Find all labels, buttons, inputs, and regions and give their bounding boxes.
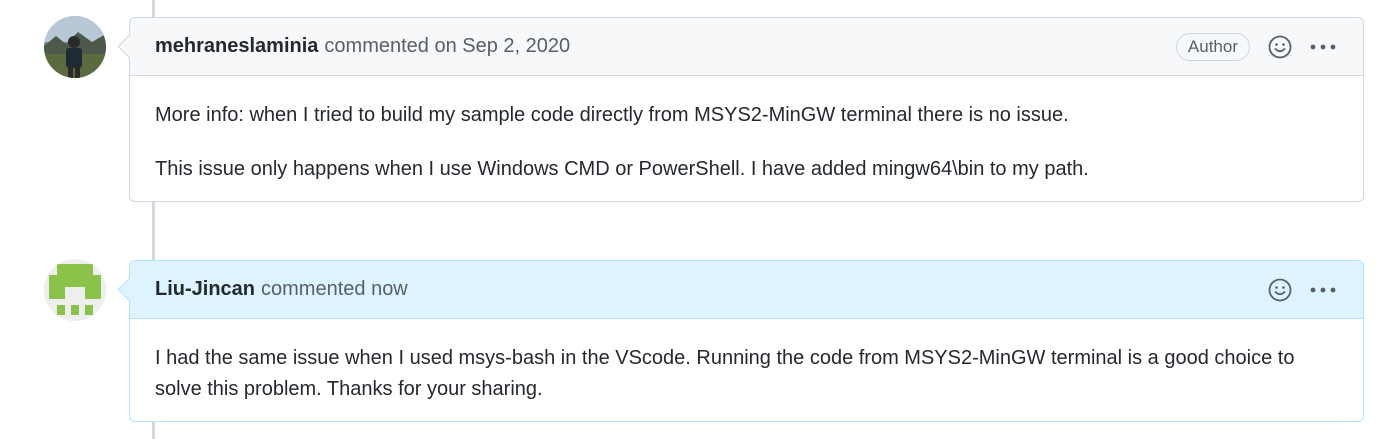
- comment-arrow: [117, 277, 142, 302]
- user-photo-icon: [44, 16, 106, 78]
- comment-paragraph: More info: when I tried to build my samp…: [155, 104, 1069, 126]
- comment-timestamp[interactable]: commented on Sep 2, 2020: [324, 35, 570, 58]
- comment-body: I had the same issue when I used msys-ba…: [130, 319, 1363, 421]
- smiley-icon[interactable]: [1268, 278, 1292, 302]
- comment: mehraneslaminia commented on Sep 2, 2020…: [117, 17, 1364, 202]
- comment-author-link[interactable]: Liu-Jincan: [155, 278, 255, 301]
- comment-arrow: [117, 34, 142, 59]
- kebab-menu-icon[interactable]: [1309, 43, 1337, 51]
- comment-actions: [1268, 261, 1337, 319]
- avatar[interactable]: [44, 259, 106, 321]
- identicon-icon: [44, 259, 106, 321]
- comment-timestamp[interactable]: commented now: [261, 278, 408, 301]
- kebab-menu-icon[interactable]: [1309, 286, 1337, 294]
- comment-author-link[interactable]: mehraneslaminia: [155, 35, 318, 58]
- author-badge: Author: [1175, 33, 1250, 61]
- comment-header: Liu-Jincan commented now: [117, 261, 1363, 319]
- comment-body: More info: when I tried to build my samp…: [130, 76, 1363, 201]
- comment-header: mehraneslaminia commented on Sep 2, 2020…: [117, 18, 1363, 76]
- comment-paragraph: I had the same issue when I used msys-ba…: [155, 347, 1295, 400]
- comment-actions: Author: [1175, 18, 1337, 76]
- smiley-icon[interactable]: [1268, 35, 1292, 59]
- comment: Liu-Jincan commented now I had the same …: [117, 260, 1364, 422]
- comment-paragraph: This issue only happens when I use Windo…: [155, 158, 1089, 180]
- avatar[interactable]: [44, 16, 106, 78]
